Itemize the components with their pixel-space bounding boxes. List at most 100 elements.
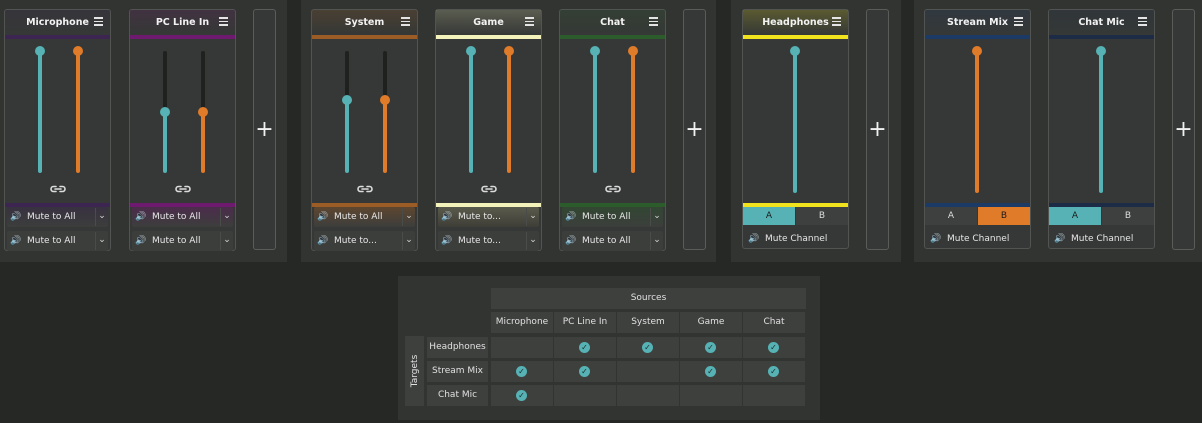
check-icon: ✓ — [516, 390, 527, 401]
volume-fader[interactable] — [790, 46, 800, 193]
volume-knob[interactable] — [790, 46, 800, 56]
volume-fader[interactable] — [1096, 46, 1106, 193]
link-icon[interactable] — [174, 184, 192, 194]
volume-knob[interactable] — [1096, 46, 1106, 56]
add-channel-button[interactable]: + — [253, 9, 276, 250]
a-button[interactable]: A — [925, 207, 977, 225]
volume-knob[interactable] — [160, 107, 170, 117]
a-button[interactable]: A — [743, 207, 795, 225]
volume-fader[interactable] — [504, 46, 514, 173]
speaker-icon: 🔊 — [748, 234, 760, 244]
volume-fader[interactable] — [972, 46, 982, 193]
routing-cell[interactable] — [554, 385, 616, 406]
chevron-down-icon[interactable]: ⌄ — [526, 208, 539, 226]
mute-channel-button[interactable]: 🔊 Mute Channel — [1051, 229, 1152, 249]
volume-knob[interactable] — [380, 95, 390, 105]
speaker-icon: 🔊 — [135, 236, 147, 246]
routing-cell[interactable]: ✓ — [617, 337, 679, 358]
chevron-down-icon[interactable]: ⌄ — [95, 208, 108, 226]
volume-fader[interactable] — [73, 46, 83, 173]
routing-cell[interactable]: ✓ — [743, 361, 805, 382]
link-icon[interactable] — [480, 184, 498, 194]
add-channel-button[interactable]: + — [683, 9, 706, 250]
volume-fader[interactable] — [628, 46, 638, 173]
volume-fader[interactable] — [198, 51, 208, 173]
mute-dropdown[interactable]: 🔊 Mute to All ⌄ — [562, 207, 663, 227]
volume-knob[interactable] — [504, 46, 514, 56]
chevron-down-icon[interactable]: ⌄ — [220, 208, 233, 226]
chevron-down-icon[interactable]: ⌄ — [650, 232, 663, 250]
volume-knob[interactable] — [198, 107, 208, 117]
volume-fader[interactable] — [160, 51, 170, 173]
chevron-down-icon[interactable]: ⌄ — [402, 232, 415, 250]
link-wrap — [130, 184, 235, 195]
chevron-down-icon[interactable]: ⌄ — [220, 232, 233, 250]
channel-strip: PC Line In 🔊 Mute to All ⌄ 🔊 Mute to All ⌄ — [129, 9, 236, 251]
routing-cell[interactable]: ✓ — [743, 337, 805, 358]
mute-dropdown[interactable]: 🔊 Mute to All ⌄ — [562, 231, 663, 251]
menu-icon[interactable] — [1014, 17, 1023, 26]
menu-icon[interactable] — [525, 17, 534, 26]
mute-dropdown[interactable]: 🔊 Mute to All ⌄ — [7, 207, 108, 227]
b-button[interactable]: B — [796, 207, 848, 225]
mute-dropdown[interactable]: 🔊 Mute to... ⌄ — [438, 231, 539, 251]
add-channel-button[interactable]: + — [866, 9, 889, 250]
mute-dropdown[interactable]: 🔊 Mute to... ⌄ — [314, 231, 415, 251]
mute-dropdown[interactable]: 🔊 Mute to All ⌄ — [132, 231, 233, 251]
check-icon: ✓ — [579, 342, 590, 353]
volume-fader[interactable] — [35, 46, 45, 173]
volume-knob[interactable] — [972, 46, 982, 56]
matrix-column-header: Microphone — [491, 312, 553, 333]
volume-knob[interactable] — [590, 46, 600, 56]
menu-icon[interactable] — [219, 17, 228, 26]
link-icon[interactable] — [49, 184, 67, 194]
routing-cell[interactable] — [743, 385, 805, 406]
routing-cell[interactable]: ✓ — [554, 361, 616, 382]
routing-cell[interactable]: ✓ — [491, 361, 553, 382]
volume-knob[interactable] — [342, 95, 352, 105]
mute-dropdown[interactable]: 🔊 Mute to All ⌄ — [132, 207, 233, 227]
routing-cell[interactable]: ✓ — [491, 385, 553, 406]
b-button[interactable]: B — [978, 207, 1030, 225]
volume-fader[interactable] — [590, 46, 600, 173]
chevron-down-icon[interactable]: ⌄ — [95, 232, 108, 250]
chevron-down-icon[interactable]: ⌄ — [402, 208, 415, 226]
routing-cell[interactable] — [491, 337, 553, 358]
menu-icon[interactable] — [1138, 17, 1147, 26]
routing-cell[interactable] — [680, 385, 742, 406]
b-button[interactable]: B — [1102, 207, 1154, 225]
menu-icon[interactable] — [94, 17, 103, 26]
volume-knob[interactable] — [628, 46, 638, 56]
mute-dropdown[interactable]: 🔊 Mute to... ⌄ — [438, 207, 539, 227]
volume-fader[interactable] — [342, 51, 352, 173]
routing-matrix: Sources Targets Microphone PC Line In Syst… — [398, 276, 820, 420]
routing-cell[interactable]: ✓ — [680, 337, 742, 358]
routing-cell[interactable] — [617, 385, 679, 406]
menu-icon[interactable] — [401, 17, 410, 26]
routing-cell[interactable]: ✓ — [680, 361, 742, 382]
menu-icon[interactable] — [832, 17, 841, 26]
matrix-column-header: PC Line In — [554, 312, 616, 333]
mute-dropdown[interactable]: 🔊 Mute to All ⌄ — [314, 207, 415, 227]
volume-knob[interactable] — [35, 46, 45, 56]
volume-fader[interactable] — [380, 51, 390, 173]
menu-icon[interactable] — [649, 17, 658, 26]
mute-label: Mute to All — [27, 212, 76, 222]
volume-fader[interactable] — [466, 46, 476, 173]
channel-strip: Game 🔊 Mute to... ⌄ 🔊 Mute to... ⌄ — [435, 9, 542, 251]
chevron-down-icon[interactable]: ⌄ — [526, 232, 539, 250]
chevron-down-icon[interactable]: ⌄ — [650, 208, 663, 226]
routing-cell[interactable]: ✓ — [554, 337, 616, 358]
link-icon[interactable] — [356, 184, 374, 194]
link-wrap — [436, 184, 541, 195]
strip-color-bar — [312, 35, 417, 39]
mute-dropdown[interactable]: 🔊 Mute to All ⌄ — [7, 231, 108, 251]
routing-cell[interactable] — [617, 361, 679, 382]
mute-channel-button[interactable]: 🔊 Mute Channel — [745, 229, 846, 249]
volume-knob[interactable] — [73, 46, 83, 56]
mute-channel-button[interactable]: 🔊 Mute Channel — [927, 229, 1028, 249]
add-channel-button[interactable]: + — [1172, 9, 1195, 250]
a-button[interactable]: A — [1049, 207, 1101, 225]
volume-knob[interactable] — [466, 46, 476, 56]
link-icon[interactable] — [604, 184, 622, 194]
